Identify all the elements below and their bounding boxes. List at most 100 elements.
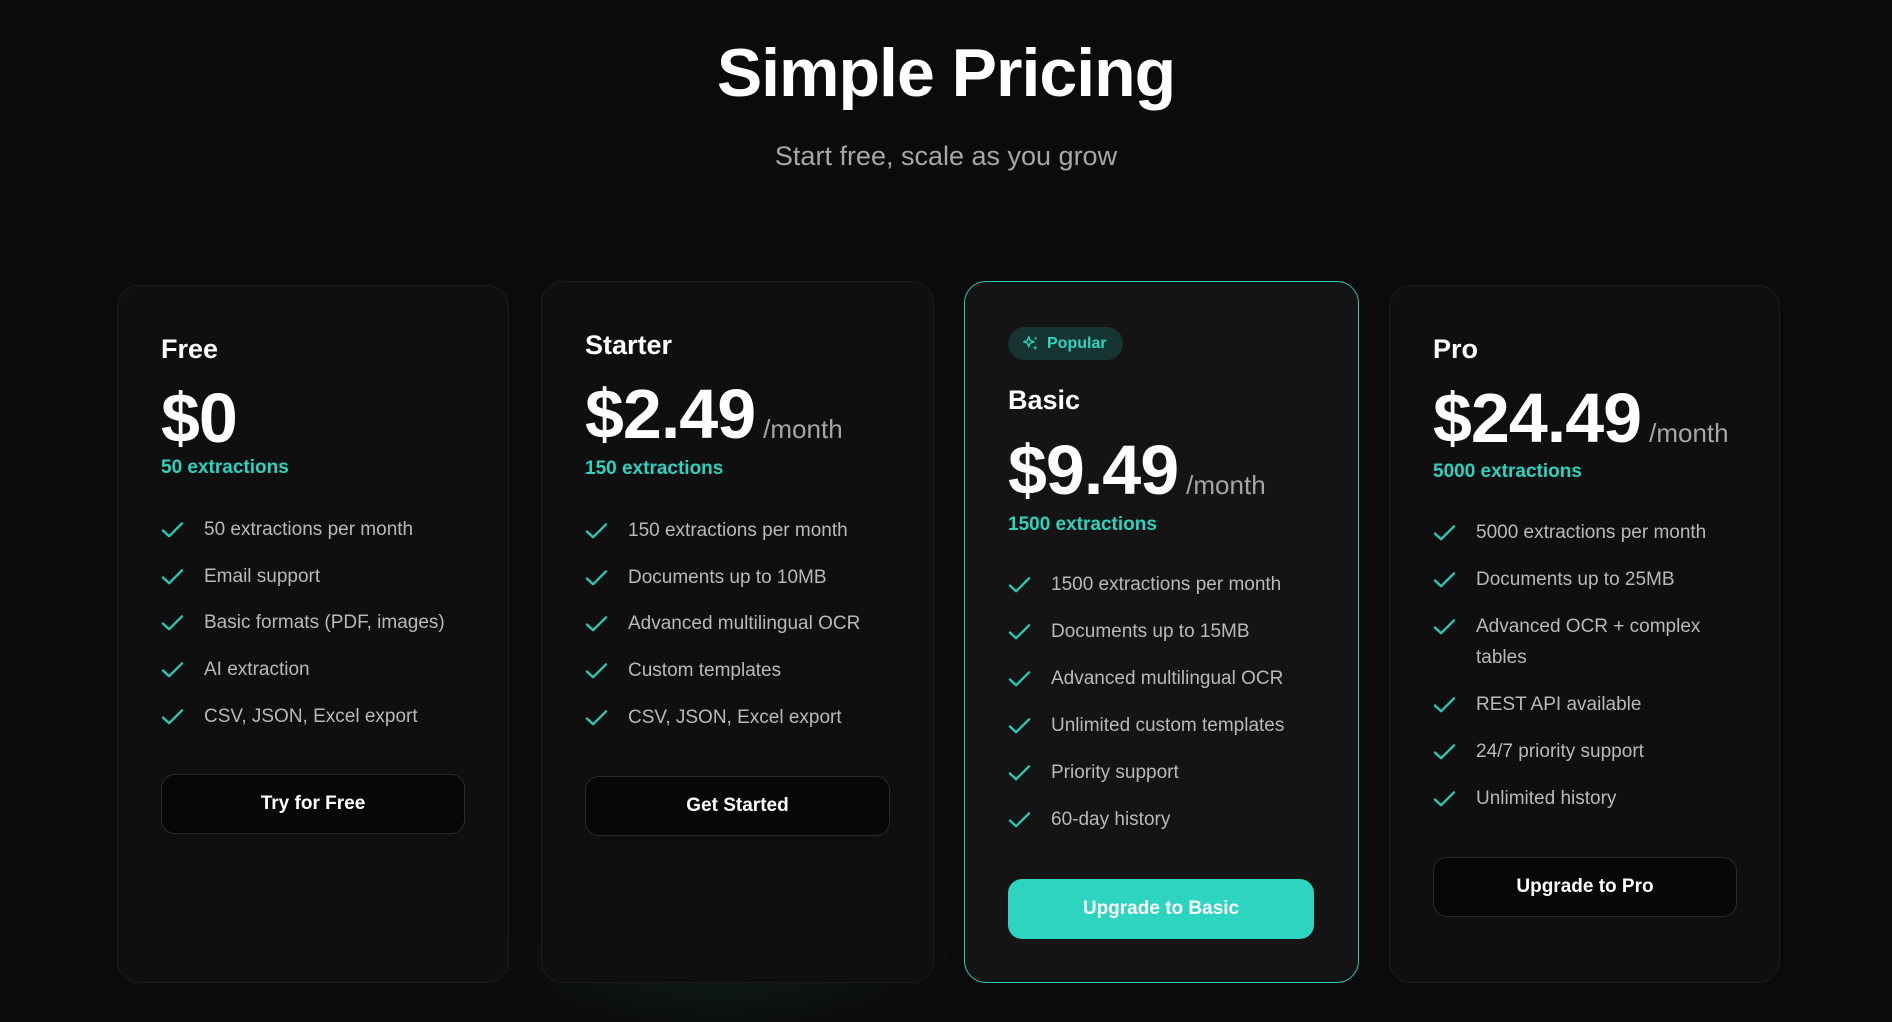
check-icon — [161, 615, 184, 631]
feature-item: Email support — [161, 561, 478, 592]
feature-text: Basic formats (PDF, images) — [204, 612, 445, 634]
feature-item: Advanced multilingual OCR — [1008, 663, 1328, 694]
feature-text: 50 extractions per month — [204, 519, 414, 540]
feature-item: 150 extractions per month — [585, 515, 903, 546]
check-icon — [161, 568, 184, 585]
page-subtitle: Start free, scale as you grow — [774, 141, 1118, 171]
feature-text: 1500 extractions per month — [1051, 574, 1282, 595]
feature-list: 5000 extractions per month Documents up … — [1433, 517, 1749, 814]
feature-item: Custom templates — [585, 655, 903, 686]
feature-text: 60-day history — [1051, 809, 1171, 831]
feature-list: 1500 extractions per month Documents up … — [1008, 569, 1328, 835]
plan-card-basic: Popular Basic $9.49 /month 1500 extracti… — [964, 281, 1359, 983]
feature-text: Unlimited custom templates — [1051, 715, 1285, 737]
feature-item: 24/7 priority support — [1433, 736, 1749, 767]
feature-text: Documents up to 10MB — [628, 566, 827, 588]
sparkle-icon — [1023, 336, 1038, 351]
feature-text: Documents up to 25MB — [1476, 569, 1675, 590]
plan-period: /month — [1186, 470, 1266, 500]
check-icon — [1433, 619, 1456, 635]
check-icon — [1008, 718, 1031, 734]
page-title: Simple Pricing — [716, 35, 1176, 111]
feature-item: Advanced OCR + complex tables — [1433, 611, 1726, 673]
plan-card-starter: Starter $2.49 /month 150 extractions 150… — [541, 281, 934, 983]
plan-period: /month — [1649, 418, 1729, 448]
feature-item: CSV, JSON, Excel export — [161, 701, 478, 732]
check-icon — [585, 616, 608, 632]
feature-text: Custom templates — [628, 660, 782, 682]
feature-text: Advanced OCR + complex tables — [1476, 616, 1701, 668]
feature-item: AI extraction — [161, 654, 478, 685]
check-icon — [1433, 744, 1456, 760]
feature-item: Documents up to 25MB — [1433, 564, 1749, 595]
plan-price: $24.49 — [1433, 379, 1642, 457]
feature-text: REST API available — [1476, 694, 1642, 715]
feature-item: 60-day history — [1008, 804, 1328, 835]
plan-price: $2.49 — [585, 375, 756, 453]
feature-item: Unlimited custom templates — [1008, 710, 1328, 741]
check-icon — [1433, 697, 1456, 713]
feature-text: 24/7 priority support — [1476, 741, 1644, 762]
check-icon — [161, 522, 184, 538]
feature-text: 5000 extractions per month — [1476, 522, 1707, 543]
feature-item: CSV, JSON, Excel export — [585, 702, 903, 733]
check-icon — [1433, 525, 1456, 541]
feature-item: Unlimited history — [1433, 783, 1749, 814]
feature-text: AI extraction — [204, 659, 310, 681]
badge-label: Popular — [1047, 334, 1107, 352]
try-for-free-button[interactable]: Try for Free — [161, 774, 465, 834]
plan-name: Basic — [1008, 385, 1081, 415]
check-icon — [161, 662, 184, 678]
price-row: $0 — [161, 378, 238, 458]
feature-item: Documents up to 10MB — [585, 562, 903, 593]
feature-text: 150 extractions per month — [628, 520, 848, 541]
price-row: $24.49 /month — [1433, 378, 1729, 458]
check-icon — [1008, 671, 1031, 687]
feature-item: Basic formats (PDF, images) — [161, 607, 478, 638]
plan-price: $9.49 — [1008, 431, 1179, 509]
feature-text: Advanced multilingual OCR — [628, 613, 861, 635]
check-icon — [1008, 577, 1031, 593]
check-icon — [1008, 812, 1031, 828]
plan-quota: 50 extractions — [161, 457, 289, 478]
plan-name: Free — [161, 334, 219, 364]
feature-item: 50 extractions per month — [161, 514, 478, 545]
feature-item: 5000 extractions per month — [1433, 517, 1749, 548]
plan-name: Starter — [585, 330, 673, 360]
check-icon — [585, 569, 608, 586]
check-icon — [1008, 765, 1031, 781]
feature-item: Documents up to 15MB — [1008, 616, 1328, 647]
check-icon — [1008, 624, 1031, 640]
pricing-page: Simple Pricing Start free, scale as you … — [0, 0, 1892, 1022]
plan-card-free: Free $0 50 extractions 50 extractions pe… — [117, 285, 509, 983]
feature-text: Priority support — [1051, 762, 1179, 784]
plan-quota: 5000 extractions — [1433, 461, 1582, 482]
check-icon — [585, 709, 608, 726]
upgrade-to-basic-button[interactable]: Upgrade to Basic — [1008, 879, 1314, 939]
plan-quota: 150 extractions — [585, 458, 724, 479]
plan-card-pro: Pro $24.49 /month 5000 extractions 5000 … — [1389, 285, 1780, 983]
feature-item: REST API available — [1433, 689, 1749, 720]
upgrade-to-pro-button[interactable]: Upgrade to Pro — [1433, 857, 1737, 917]
feature-item: Priority support — [1008, 757, 1328, 788]
feature-text: Documents up to 15MB — [1051, 621, 1250, 643]
check-icon — [161, 708, 184, 725]
check-icon — [1433, 572, 1456, 588]
feature-list: 50 extractions per month Email support B… — [161, 514, 478, 732]
feature-text: CSV, JSON, Excel export — [628, 706, 842, 728]
plan-period: /month — [763, 414, 843, 444]
feature-text: CSV, JSON, Excel export — [204, 705, 418, 727]
feature-list: 150 extractions per month Documents up t… — [585, 515, 903, 733]
feature-item: 1500 extractions per month — [1008, 569, 1328, 600]
check-icon — [585, 523, 608, 539]
popular-badge: Popular — [1008, 327, 1123, 360]
price-row: $2.49 /month — [585, 374, 843, 454]
price-row: $9.49 /month — [1008, 430, 1266, 510]
plan-name: Pro — [1433, 334, 1479, 364]
check-icon — [1433, 791, 1456, 807]
feature-item: Advanced multilingual OCR — [585, 608, 903, 639]
get-started-button[interactable]: Get Started — [585, 776, 890, 836]
plan-quota: 1500 extractions — [1008, 514, 1157, 535]
plan-price: $0 — [161, 379, 238, 457]
feature-text: Email support — [204, 565, 321, 587]
